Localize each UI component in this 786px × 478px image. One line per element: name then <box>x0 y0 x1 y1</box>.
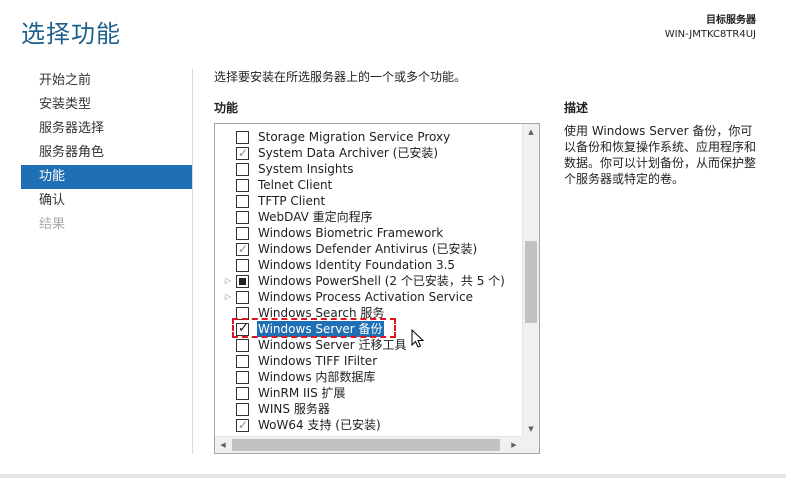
nav-item-2[interactable]: 服务器选择 <box>21 117 192 141</box>
feature-checkbox[interactable] <box>236 355 249 368</box>
feature-label: Windows Identity Foundation 3.5 <box>258 258 456 272</box>
nav-item-4[interactable]: 功能 <box>21 165 192 189</box>
destination-server-info: 目标服务器 WIN-JMTKC8TR4UJ <box>665 14 756 42</box>
mouse-pointer-icon <box>411 329 425 348</box>
feature-row[interactable]: WebDAV 重定向程序 <box>215 209 521 225</box>
chevron-left-icon[interactable]: ◀ <box>215 437 231 453</box>
feature-checkbox[interactable] <box>236 211 249 224</box>
feature-label: Windows PowerShell (2 个已安装，共 5 个) <box>258 274 505 288</box>
feature-row[interactable]: WINS 服务器 <box>215 401 521 417</box>
destination-server-name: WIN-JMTKC8TR4UJ <box>664 29 756 40</box>
nav-item-1[interactable]: 安装类型 <box>21 93 192 117</box>
chevron-up-icon[interactable]: ▲ <box>523 124 539 140</box>
feature-checkbox[interactable] <box>236 387 249 400</box>
feature-row[interactable]: Windows Defender Antivirus (已安装) <box>215 241 521 257</box>
feature-row[interactable]: TFTP Client <box>215 193 521 209</box>
nav-item-6: 结果 <box>39 217 66 232</box>
feature-row[interactable]: ▷ Windows Process Activation Service <box>215 289 521 305</box>
feature-label: Windows Server 备份 <box>257 321 384 337</box>
feature-checkbox[interactable] <box>236 145 249 161</box>
features-header: 功能 <box>214 101 239 115</box>
feature-label: WebDAV 重定向程序 <box>258 210 373 224</box>
features-list[interactable]: Storage Migration Service Proxy System Da… <box>214 123 540 454</box>
chevron-right-icon[interactable]: ▶ <box>506 437 522 453</box>
wizard-nav: 开始之前 安装类型 服务器选择 服务器角色 功能 确认结果 <box>21 69 192 237</box>
description-text: 使用 Windows Server 备份，你可以备份和恢复操作系统、应用程序和数… <box>564 124 757 186</box>
feature-row[interactable]: Windows Biometric Framework <box>215 225 521 241</box>
feature-checkbox[interactable] <box>236 321 249 337</box>
feature-label: System Data Archiver (已安装) <box>258 146 439 160</box>
feature-row[interactable]: Windows Search 服务 <box>215 305 521 321</box>
feature-row[interactable]: Windows Server 备份 <box>215 321 521 337</box>
feature-row[interactable]: Windows Identity Foundation 3.5 <box>215 257 521 273</box>
feature-label: WINS 服务器 <box>258 402 330 416</box>
feature-label: Windows Defender Antivirus (已安装) <box>258 242 478 256</box>
feature-label: Windows Search 服务 <box>258 306 385 320</box>
feature-row[interactable]: System Insights <box>215 161 521 177</box>
feature-checkbox[interactable] <box>236 227 249 240</box>
horizontal-scrollbar[interactable]: ◀ ▶ <box>215 436 522 453</box>
nav-item-5[interactable]: 确认 <box>21 189 192 213</box>
feature-label: Windows 内部数据库 <box>258 370 376 384</box>
feature-checkbox[interactable] <box>236 291 249 304</box>
feature-row[interactable]: Telnet Client <box>215 177 521 193</box>
feature-checkbox[interactable] <box>236 163 249 176</box>
feature-row[interactable]: WoW64 支持 (已安装) <box>215 417 521 433</box>
triangle-right-icon[interactable]: ▷ <box>224 289 232 305</box>
feature-checkbox[interactable] <box>236 179 249 192</box>
page-title: 选择功能 <box>21 20 121 48</box>
nav-divider <box>192 69 193 454</box>
feature-checkbox[interactable] <box>236 259 249 272</box>
feature-label: System Insights <box>258 162 354 176</box>
vertical-scroll-thumb[interactable] <box>525 241 537 323</box>
instruction-text: 选择要安装在所选服务器上的一个或多个功能。 <box>214 70 467 84</box>
nav-item-3[interactable]: 服务器角色 <box>21 141 192 165</box>
scrollbar-corner <box>522 436 539 453</box>
feature-checkbox[interactable] <box>236 131 249 144</box>
feature-label: Windows TIFF IFilter <box>258 354 378 368</box>
triangle-right-icon[interactable]: ▷ <box>224 273 232 289</box>
feature-label: Windows Server 迁移工具 <box>258 338 407 352</box>
description-header: 描述 <box>564 101 589 115</box>
feature-checkbox[interactable] <box>236 371 249 384</box>
chevron-down-icon[interactable]: ▼ <box>523 421 539 437</box>
feature-label: Windows Process Activation Service <box>258 290 473 304</box>
vertical-scrollbar[interactable]: ▲ ▼ <box>522 124 539 437</box>
feature-label: Windows Biometric Framework <box>258 226 444 240</box>
feature-row[interactable]: WinRM IIS 扩展 <box>215 385 521 401</box>
destination-server-label: 目标服务器 <box>706 15 756 26</box>
feature-label: WinRM IIS 扩展 <box>258 386 346 400</box>
feature-checkbox[interactable] <box>236 417 249 433</box>
feature-row[interactable]: System Data Archiver (已安装) <box>215 145 521 161</box>
feature-row[interactable]: Windows Server 迁移工具 <box>215 337 521 353</box>
feature-label: TFTP Client <box>258 194 326 208</box>
feature-label: WoW64 支持 (已安装) <box>258 418 381 432</box>
feature-checkbox[interactable] <box>236 307 249 320</box>
feature-checkbox[interactable] <box>236 241 249 257</box>
nav-item-0[interactable]: 开始之前 <box>21 69 192 93</box>
feature-row[interactable]: Windows TIFF IFilter <box>215 353 521 369</box>
feature-row[interactable]: ▷ Windows PowerShell (2 个已安装，共 5 个) <box>215 273 521 289</box>
feature-checkbox[interactable] <box>236 195 249 208</box>
feature-checkbox[interactable] <box>236 339 249 352</box>
bottom-border <box>0 474 786 478</box>
horizontal-scroll-thumb[interactable] <box>232 439 500 451</box>
feature-row[interactable]: Storage Migration Service Proxy <box>215 129 521 145</box>
feature-row[interactable]: Windows 内部数据库 <box>215 369 521 385</box>
features-rows: Storage Migration Service Proxy System Da… <box>215 129 521 433</box>
feature-checkbox[interactable] <box>236 403 249 416</box>
feature-label: Storage Migration Service Proxy <box>258 130 451 144</box>
feature-checkbox[interactable] <box>236 275 249 288</box>
feature-label: Telnet Client <box>258 178 333 192</box>
